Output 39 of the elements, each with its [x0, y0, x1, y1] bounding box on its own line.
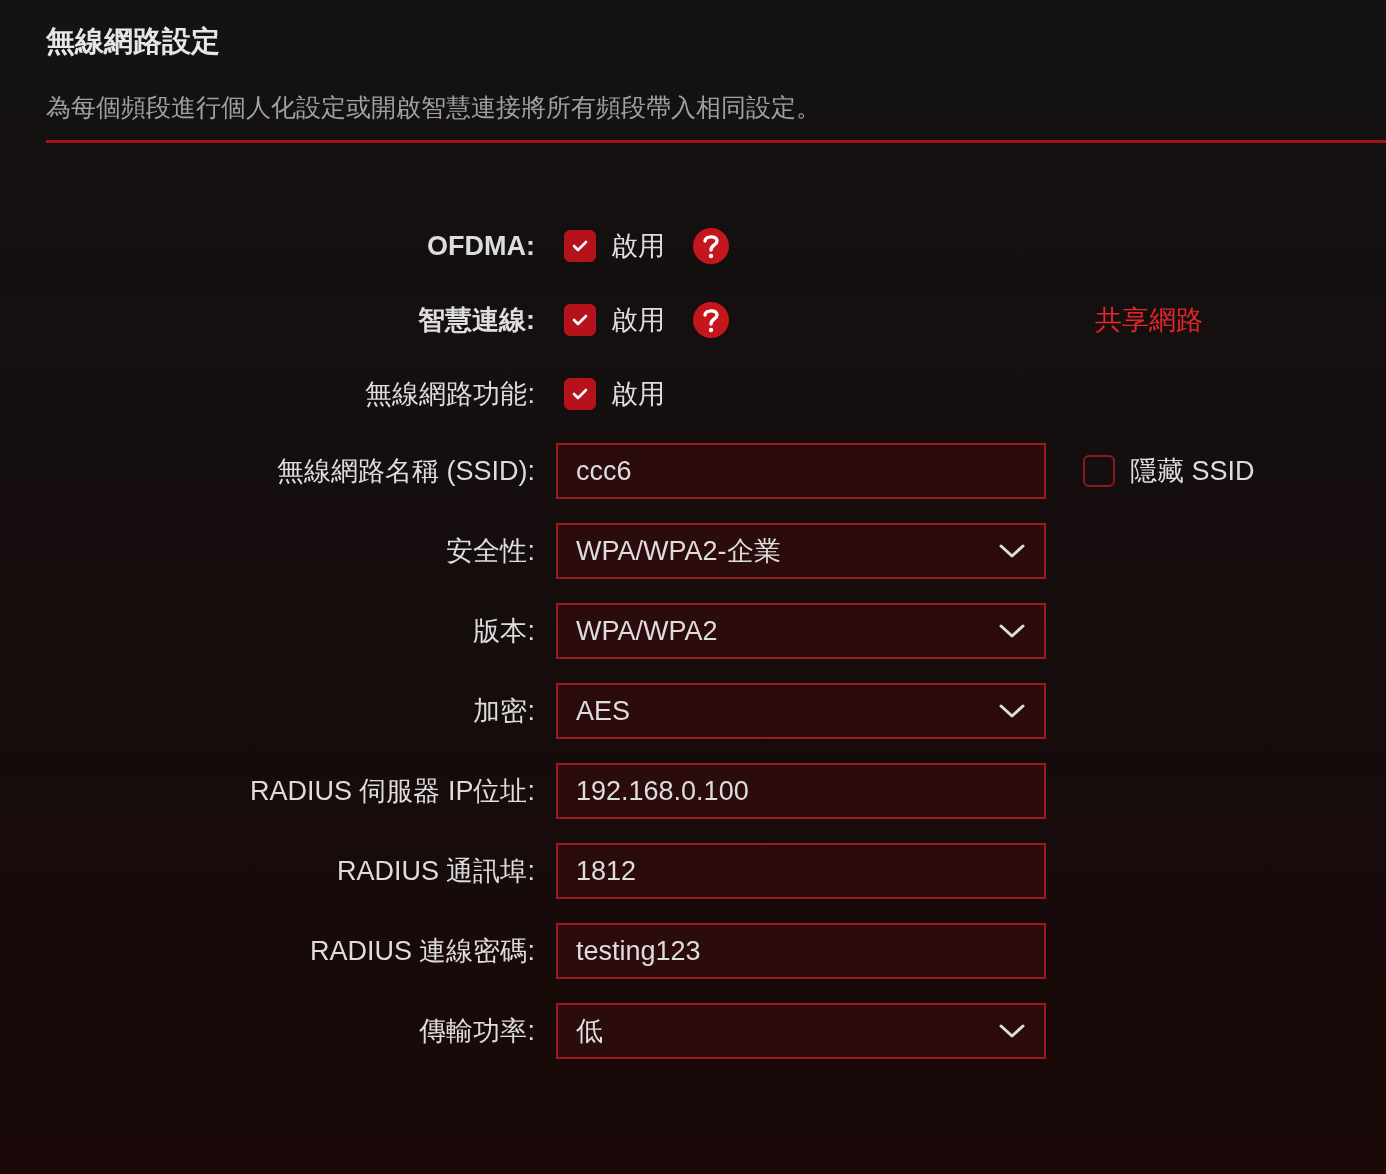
checkbox-label: 隱藏 SSID [1130, 455, 1255, 488]
input-field[interactable]: 1812 [556, 843, 1046, 899]
checkmark-icon [572, 314, 588, 326]
checkbox-label: 啟用 [611, 378, 665, 411]
checkmark-icon [572, 388, 588, 400]
field-label: OFDMA: [426, 229, 535, 263]
dropdown-select[interactable]: 低 [556, 1003, 1046, 1059]
checkmark-icon [572, 240, 588, 252]
field-label: 傳輸功率: [418, 1015, 535, 1048]
input-field[interactable]: testing123 [556, 923, 1046, 979]
field-label: 版本: [472, 615, 535, 648]
chevron-down-icon [998, 1022, 1026, 1040]
dropdown-select[interactable]: WPA/WPA2 [556, 603, 1046, 659]
checkbox[interactable] [1083, 455, 1115, 487]
field-label: 無線網路名稱 (SSID): [276, 455, 535, 488]
dropdown-select[interactable]: AES [556, 683, 1046, 739]
field-label: RADIUS 伺服器 IP位址: [248, 775, 535, 808]
field-label: 智慧連線: [417, 304, 535, 337]
shared-network-link[interactable]: 共享網路 [1095, 302, 1203, 338]
field-label: 安全性: [445, 535, 535, 568]
checkbox[interactable] [564, 378, 596, 410]
checkbox-label: 啟用 [611, 304, 665, 337]
input-field[interactable]: 192.168.0.100 [556, 763, 1046, 819]
checkbox-label: 啟用 [611, 230, 665, 263]
help-icon[interactable] [693, 228, 729, 264]
chevron-down-icon [998, 702, 1026, 720]
page-title: 無線網路設定 [46, 24, 221, 59]
chevron-down-icon [998, 622, 1026, 640]
checkbox[interactable] [564, 230, 596, 262]
field-label: 加密: [472, 695, 535, 728]
checkbox[interactable] [564, 304, 596, 336]
dropdown-select[interactable]: WPA/WPA2-企業 [556, 523, 1046, 579]
input-field[interactable]: ccc6 [556, 443, 1046, 499]
field-label: 無線網路功能: [364, 378, 535, 411]
field-label: RADIUS 連線密碼: [308, 935, 535, 968]
chevron-down-icon [998, 542, 1026, 560]
help-icon[interactable] [693, 302, 729, 338]
field-label: RADIUS 通訊埠: [335, 855, 535, 888]
page-description: 為每個頻段進行個人化設定或開啟智慧連接將所有頻段帶入相同設定。 [46, 92, 822, 123]
